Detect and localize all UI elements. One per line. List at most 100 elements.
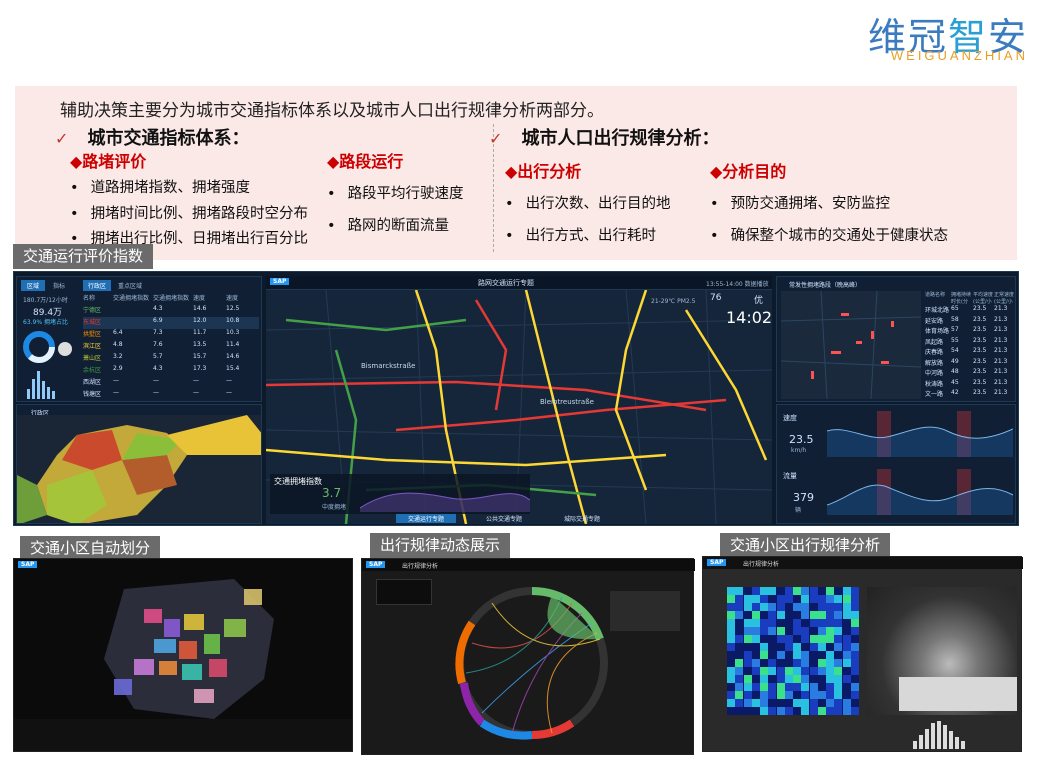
heatmap-cell [760,675,768,683]
heatmap-cell [776,691,785,699]
table-row[interactable]: 东城区 6.9 12.0 10.8 [83,317,259,329]
heatmap-cell [834,587,843,595]
heatmap-cell [834,691,843,699]
table-cell: 凤起路 [925,338,944,346]
heatmap-cell [760,603,768,611]
table-row[interactable]: 解放路 49 23.5 21.3 [925,358,1015,369]
table-cell: 环城北路 [925,307,950,314]
table-cell: 21.3 [994,368,1008,375]
heatmap-cell [842,603,851,611]
table-cell [113,305,153,317]
heatmap-cell [751,619,760,627]
road-network-map[interactable]: SAP 路网交通运行专题 13:55-14:00 数据播放 Bismarckst… [266,276,772,524]
heatmap-cell [727,603,735,611]
table-row[interactable]: 环城北路 65 23.5 21.3 [925,305,1015,316]
heatmap-cell [809,707,818,715]
table-row[interactable]: 余杭区 2.9 4.3 17.3 15.4 [83,365,259,377]
heatmap-cell [768,667,777,675]
heatmap-cell [834,707,843,715]
filter-box[interactable] [376,579,432,605]
heatmap-cell [817,643,826,651]
table-cell: 14.6 [226,353,240,360]
heatmap-cell [793,635,801,643]
heatmap-cell [735,595,744,603]
list-item: 出行方式、出行耗时 [505,224,657,245]
tab-region[interactable]: 区域 [21,280,46,291]
flow-label: 流量 [783,472,797,480]
section-label-eval: 交通运行评价指数 [13,244,154,269]
heatmap-cell [826,651,834,659]
table-row[interactable]: 秋涛路 45 23.5 21.3 [925,379,1015,390]
heatmap-cell [850,643,859,651]
table-cell: 49 [951,357,959,365]
table-row[interactable]: 凤起路 55 23.5 21.3 [925,337,1015,348]
table-row[interactable]: 中河路 48 23.5 21.3 [925,368,1015,379]
heatmap-cell [834,635,843,643]
table-row[interactable]: 西湖区 — — — — [83,377,259,389]
tab-district[interactable]: 行政区 [83,280,112,291]
heatmap-cell [735,707,744,715]
heatmap-cell [776,603,785,611]
tab-key-area[interactable]: 重点区域 [113,280,147,291]
heatmap-cell [826,635,834,643]
heatmap-cell [776,699,785,707]
table-cell: 23.5 [973,305,987,312]
street-label: Bleibtreustraße [540,398,594,406]
table-row[interactable]: 滨江区 4.8 7.6 13.5 11.4 [83,341,259,353]
heatmap-cell [760,627,768,635]
table-cell: — [193,389,199,396]
heatmap-cell [751,675,760,683]
heatmap-cell [784,659,793,667]
table-row[interactable]: 延安路 58 23.5 21.3 [925,316,1015,327]
table-cell: 4.3 [153,305,163,312]
table-row[interactable]: 钱塘区 — — — — [83,389,259,401]
heatmap-cell [793,707,801,715]
heatmap-cell [809,691,818,699]
heatmap-cell [768,659,777,667]
heatmap-cell [776,651,785,659]
heatmap-cell [850,595,859,603]
heatmap-cell [751,651,760,659]
heatmap-cell [743,603,752,611]
table-cell: 15.4 [226,365,240,372]
table-cell: 11.4 [226,341,240,348]
heatmap-cell [743,611,752,619]
table-row[interactable]: 文一路 42 23.5 21.3 [925,389,1015,400]
heatmap-cell [826,587,834,595]
heatmap-cell [760,659,768,667]
heatmap-cell [817,699,826,707]
table-row[interactable]: 宁德区 4.3 14.6 12.5 [83,305,259,317]
table-cell: 23.5 [973,336,987,344]
heatmap-cell [809,651,818,659]
heatmap-cell [809,603,818,611]
right-title: 常发性拥堵路段（晚高峰） [789,282,862,289]
heatmap-cell [768,675,777,683]
heatmap-cell [760,587,768,595]
heatmap-cell [751,643,760,651]
heatmap-cell [751,691,760,699]
heatmap-cell [760,611,768,619]
tab-index[interactable]: 指标 [47,280,71,291]
tab-traffic[interactable]: 交通运行专题 [396,514,457,523]
heatmap-cell [826,643,834,651]
table-row[interactable]: 萧山区 3.2 5.7 15.7 14.6 [83,353,259,365]
heatmap-cell [751,595,760,603]
heatmap-cell [768,691,777,699]
heatmap-cell [834,699,843,707]
table-cell: — [193,377,199,384]
tab-intercity[interactable]: 城际交通专题 [552,514,612,523]
table-cell: 14.6 [193,305,207,312]
table-cell: 7.3 [153,329,163,336]
table-row[interactable]: 庆春路 54 23.5 21.3 [925,347,1015,358]
table-cell: 滨江区 [83,343,102,350]
heatmap-cell [793,699,801,707]
tab-public-transport[interactable]: 公共交通专题 [462,514,546,523]
heatmap-cell [809,643,818,651]
heatmap-cell [751,587,760,595]
table-row[interactable]: 拱墅区 6.4 7.3 11.7 10.3 [83,329,259,341]
table-row[interactable]: 体育场路 57 23.5 21.3 [925,326,1015,337]
heatmap-cell [834,595,843,603]
heatmap-cell [776,595,785,603]
heatmap-cell [784,603,793,611]
heatmap-cell [743,627,752,635]
